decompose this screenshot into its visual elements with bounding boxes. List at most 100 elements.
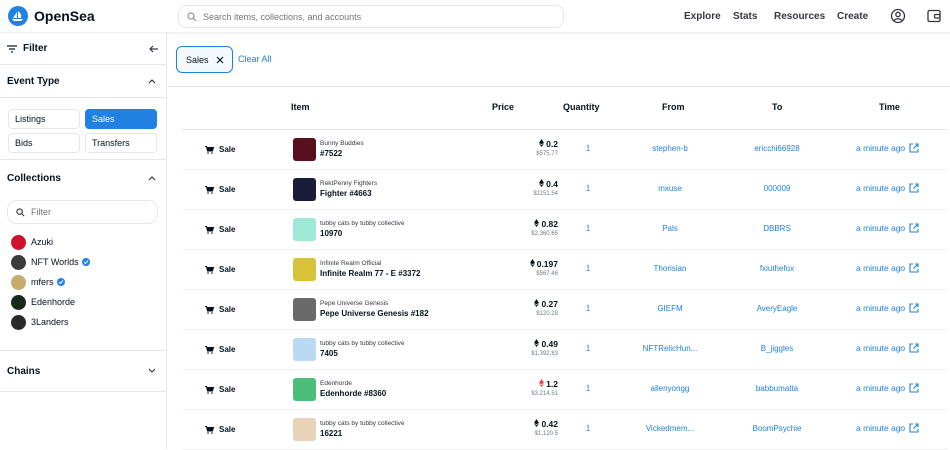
collections-section-header[interactable]: Collections [0,160,166,196]
collection-name[interactable]: Infinite Realm Official [320,260,381,267]
collection-name[interactable]: Bunny Buddies [320,140,364,147]
search-input[interactable] [203,11,543,22]
to-account-link[interactable]: ericchi66928 [727,144,827,153]
filter-lines-icon [7,44,17,53]
collection-item[interactable]: 3Landers [0,312,166,332]
collection-name[interactable]: tubby cats by tubby collective [320,420,405,427]
opensea-logo[interactable]: OpenSea [8,6,95,26]
nft-thumbnail[interactable] [293,218,316,241]
external-link-icon[interactable] [909,303,919,313]
from-account-link[interactable]: Vickedmem... [620,424,720,433]
collection-filter-input[interactable] [31,207,141,217]
from-account-link[interactable]: Thorisian [620,264,720,273]
time-link[interactable]: a minute ago [856,303,919,313]
search-bar[interactable] [178,5,564,28]
item-name[interactable]: 7405 [320,349,338,358]
time-link[interactable]: a minute ago [856,143,919,153]
active-filter-tag[interactable]: Sales [176,46,233,73]
to-account-link[interactable]: B_jiggles [727,344,827,353]
table-row[interactable]: Sale tubby cats by tubby collective 7405 0.… [182,330,948,370]
collection-item[interactable]: mfers [0,272,166,292]
event-type-section-header[interactable]: Event Type [0,65,166,97]
table-row[interactable]: Sale Edenhorde Edenhorde #8360 1.2 $3,214.51… [182,370,948,410]
time-link[interactable]: a minute ago [856,223,919,233]
external-link-icon[interactable] [909,263,919,273]
collection-name[interactable]: RektPenny Fighters [320,180,377,187]
external-link-icon[interactable] [909,143,919,153]
time-link[interactable]: a minute ago [856,383,919,393]
nav-resources[interactable]: Resources [774,11,825,22]
filter-header[interactable]: Filter [0,33,166,65]
collections-title: Collections [7,172,61,184]
external-link-icon[interactable] [909,343,919,353]
event-option-listings[interactable]: Listings [8,109,80,129]
time-link[interactable]: a minute ago [856,423,919,433]
table-row[interactable]: Sale Bunny Buddies #7522 0.2 $575.77 1 stephen… [182,130,948,170]
collection-item[interactable]: NFT Worlds [0,252,166,272]
chains-section-header[interactable]: Chains [0,351,166,391]
nft-thumbnail[interactable] [293,178,316,201]
nft-thumbnail[interactable] [293,338,316,361]
wallet-icon[interactable] [926,8,942,24]
event-option-bids[interactable]: Bids [8,133,80,153]
table-row[interactable]: Sale RektPenny Fighters Fighter #4663 0.4 $1… [182,170,948,210]
external-link-icon[interactable] [909,183,919,193]
external-link-icon[interactable] [909,423,919,433]
close-icon[interactable] [216,56,224,64]
collection-item[interactable]: Edenhorde [0,292,166,312]
account-icon[interactable] [890,8,906,24]
nft-thumbnail[interactable] [293,258,316,281]
nav-create[interactable]: Create [837,11,868,22]
item-name[interactable]: Fighter #4663 [320,189,372,198]
item-name[interactable]: Infinite Realm 77 - E #3372 [320,269,421,278]
price-value: 0.27 [498,299,558,309]
to-account-link[interactable]: DBBRS [727,224,827,233]
item-name[interactable]: 16221 [320,429,342,438]
external-link-icon[interactable] [909,223,919,233]
to-account-link[interactable]: BoomPsychie [727,424,827,433]
table-row[interactable]: Sale tubby cats by tubby collective 16221 0… [182,410,948,450]
collection-filter-box[interactable] [7,200,158,224]
from-account-link[interactable]: allenyongg [620,384,720,393]
time-link[interactable]: a minute ago [856,343,919,353]
time-link[interactable]: a minute ago [856,183,919,193]
from-account-link[interactable]: GIEFM [620,304,720,313]
item-name[interactable]: Edenhorde #8360 [320,389,386,398]
to-account-link[interactable]: babbumatta [727,384,827,393]
event-option-transfers[interactable]: Transfers [85,133,157,153]
event-type-cell: Sale [205,305,235,314]
collapse-arrow-icon[interactable] [149,44,159,54]
nft-thumbnail[interactable] [293,378,316,401]
to-account-link[interactable]: 000009 [727,184,827,193]
nav-explore[interactable]: Explore [684,11,721,22]
event-option-sales[interactable]: Sales [85,109,157,129]
to-account-link[interactable]: AveryEagle [727,304,827,313]
from-account-link[interactable]: Pals [620,224,720,233]
collection-name[interactable]: Pepe Universe Genesis [320,300,388,307]
filter-sidebar: Filter Event Type Listings Sales Bids Tr… [0,33,167,449]
to-account-link[interactable]: fxiuthefox [727,264,827,273]
table-row[interactable]: Sale tubby cats by tubby collective 10970 0… [182,210,948,250]
nft-thumbnail[interactable] [293,418,316,441]
clear-all-link[interactable]: Clear All [238,54,272,64]
from-account-link[interactable]: mxuse [620,184,720,193]
item-name[interactable]: Pepe Universe Genesis #182 [320,309,429,318]
item-name[interactable]: #7522 [320,149,342,158]
from-account-link[interactable]: stephen-b [620,144,720,153]
nft-thumbnail[interactable] [293,138,316,161]
collection-name[interactable]: tubby cats by tubby collective [320,220,405,227]
collection-name[interactable]: tubby cats by tubby collective [320,340,405,347]
eth-icon [534,219,540,227]
nav-stats[interactable]: Stats [733,11,757,22]
time-link[interactable]: a minute ago [856,263,919,273]
item-name[interactable]: 10970 [320,229,342,238]
col-header-quantity: Quantity [563,102,600,112]
collection-name[interactable]: Edenhorde [320,380,352,387]
table-row[interactable]: Sale Pepe Universe Genesis Pepe Universe G… [182,290,948,330]
nft-thumbnail[interactable] [293,298,316,321]
time-label: a minute ago [856,383,906,393]
external-link-icon[interactable] [909,383,919,393]
collection-item[interactable]: Azuki [0,232,166,252]
table-row[interactable]: Sale Infinite Realm Official Infinite Real… [182,250,948,290]
from-account-link[interactable]: NFTRelicHun... [620,344,720,353]
